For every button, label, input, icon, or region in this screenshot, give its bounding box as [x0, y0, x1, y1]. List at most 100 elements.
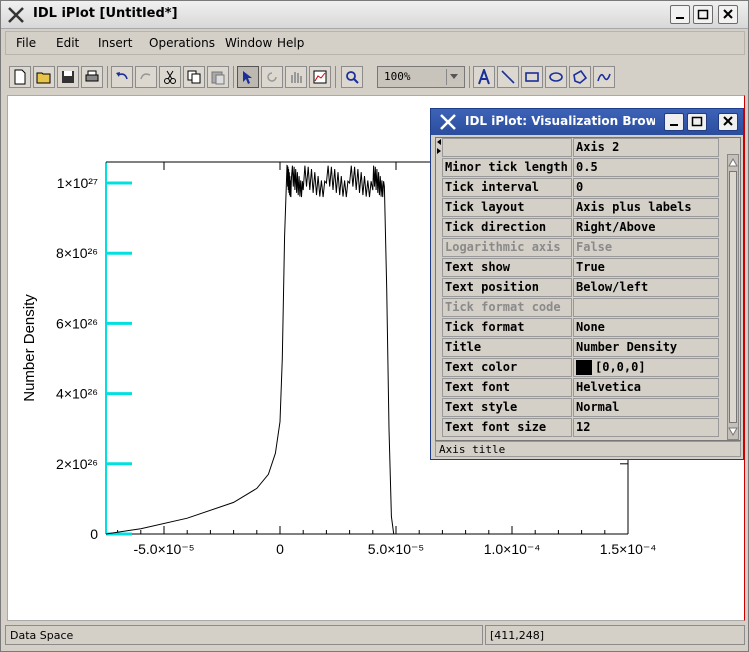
cut-button[interactable]	[159, 66, 181, 88]
property-name: Tick format	[442, 318, 572, 337]
property-name: Tick format code	[442, 298, 572, 317]
scroll-down-icon[interactable]	[728, 425, 738, 437]
toolbar: 100%	[5, 61, 745, 93]
zoom-value: 100%	[384, 70, 411, 83]
property-value[interactable]: Axis plus labels	[573, 198, 719, 217]
browser-maximize-button[interactable]	[687, 113, 707, 131]
zoom-button[interactable]	[341, 66, 363, 88]
rotate-tool-button[interactable]	[261, 66, 283, 88]
rectangle-icon	[525, 72, 539, 82]
copy-button[interactable]	[183, 66, 205, 88]
undo-button[interactable]	[111, 66, 133, 88]
rectangle-tool-button[interactable]	[521, 66, 543, 88]
text-tool-button[interactable]	[473, 66, 495, 88]
data-range-button[interactable]	[309, 66, 331, 88]
property-sheet: Axis 2 Minor tick length 0.5 Tick interval…	[435, 137, 741, 441]
open-button[interactable]	[33, 66, 55, 88]
new-icon	[14, 69, 26, 85]
scrollbar-thumb[interactable]	[729, 171, 737, 423]
property-value[interactable]: True	[573, 258, 719, 277]
color-value: [0,0,0]	[595, 360, 646, 374]
polygon-tool-button[interactable]	[569, 66, 591, 88]
minimize-icon	[670, 124, 678, 126]
property-value[interactable]: 12	[573, 418, 719, 437]
property-value[interactable]: 0.5	[573, 158, 719, 177]
pan-tool-button[interactable]	[285, 66, 307, 88]
property-value[interactable]: Number Density	[573, 338, 719, 357]
paste-button[interactable]	[207, 66, 229, 88]
menu-insert[interactable]: Insert	[98, 36, 132, 50]
y-tick-label: 6×10²⁶	[56, 315, 98, 331]
oval-icon	[549, 72, 563, 82]
status-message: Data Space	[5, 625, 483, 645]
property-name: Title	[442, 338, 572, 357]
menu-edit[interactable]: Edit	[56, 36, 79, 50]
y-tick-label: 1×10²⁷	[57, 175, 98, 191]
property-value[interactable]: [0,0,0]	[573, 358, 719, 377]
property-value[interactable]	[573, 298, 719, 317]
property-value[interactable]: None	[573, 318, 719, 337]
polygon-icon	[573, 69, 588, 84]
redo-button[interactable]	[135, 66, 157, 88]
print-icon	[85, 70, 99, 82]
toolbar-separator	[233, 66, 234, 88]
text-icon	[478, 69, 490, 85]
oval-tool-button[interactable]	[545, 66, 567, 88]
menu-operations[interactable]: Operations	[149, 36, 215, 50]
property-value[interactable]: 0	[573, 178, 719, 197]
browser-close-button[interactable]	[718, 113, 738, 131]
window-titlebar[interactable]: IDL iPlot [Untitled*]	[1, 1, 748, 29]
new-button[interactable]	[9, 66, 31, 88]
x-tick-label: 1.5×10⁻⁴	[600, 541, 657, 557]
x-logo-icon	[440, 114, 456, 130]
y-tick-label: 4×10²⁶	[56, 386, 98, 402]
property-name: Text color	[442, 358, 572, 377]
property-name: Tick interval	[442, 178, 572, 197]
property-name: Text style	[442, 398, 572, 417]
browser-minimize-button[interactable]	[664, 113, 684, 131]
property-value[interactable]: Helvetica	[573, 378, 719, 397]
property-name: Text show	[442, 258, 572, 277]
chevron-down-icon[interactable]	[446, 69, 462, 85]
select-tool-button[interactable]	[237, 66, 259, 88]
select-arrow-icon	[243, 71, 252, 84]
data-series-line[interactable]	[105, 164, 401, 535]
print-button[interactable]	[81, 66, 103, 88]
pan-hand-icon	[291, 72, 302, 83]
property-value[interactable]: False	[573, 238, 719, 257]
maximize-button[interactable]	[693, 5, 713, 24]
paste-icon	[211, 71, 225, 85]
redo-icon	[140, 73, 151, 80]
property-description: Axis title	[435, 441, 741, 457]
freehand-tool-button[interactable]	[593, 66, 615, 88]
y-axis-title[interactable]: Number Density	[21, 294, 38, 402]
property-scrollbar[interactable]	[727, 154, 739, 440]
property-name: Minor tick length	[442, 158, 572, 177]
x-tick-label: 1.0×10⁻⁴	[484, 541, 541, 557]
property-value[interactable]: Right/Above	[573, 218, 719, 237]
menu-help[interactable]: Help	[277, 36, 304, 50]
x-tick-label: 5.0×10⁻⁵	[368, 541, 424, 557]
menu-file[interactable]: File	[16, 36, 36, 50]
property-name: Logarithmic axis	[442, 238, 572, 257]
visualization-browser-window[interactable]: IDL iPlot: Visualization Browser Axis 2 …	[430, 108, 744, 460]
scroll-up-icon[interactable]	[728, 157, 738, 169]
browser-titlebar[interactable]: IDL iPlot: Visualization Browser	[431, 109, 743, 135]
maximize-icon	[691, 116, 703, 127]
save-icon	[62, 71, 74, 83]
save-button[interactable]	[57, 66, 79, 88]
zoom-select[interactable]: 100%	[377, 66, 465, 88]
line-tool-button[interactable]	[497, 66, 519, 88]
minimize-button[interactable]	[670, 5, 690, 24]
cut-icon	[164, 70, 176, 84]
menu-window[interactable]: Window	[225, 36, 272, 50]
property-value[interactable]: Below/left	[573, 278, 719, 297]
close-icon	[723, 116, 733, 126]
undo-icon	[116, 72, 128, 80]
status-coordinates: [411,248]	[485, 625, 745, 645]
y-tick-label: 2×10²⁶	[56, 456, 98, 472]
menubar: File Edit Insert Operations Window Help	[5, 31, 745, 55]
close-button[interactable]	[718, 5, 738, 24]
property-value[interactable]: Normal	[573, 398, 719, 417]
color-swatch[interactable]	[576, 360, 592, 375]
